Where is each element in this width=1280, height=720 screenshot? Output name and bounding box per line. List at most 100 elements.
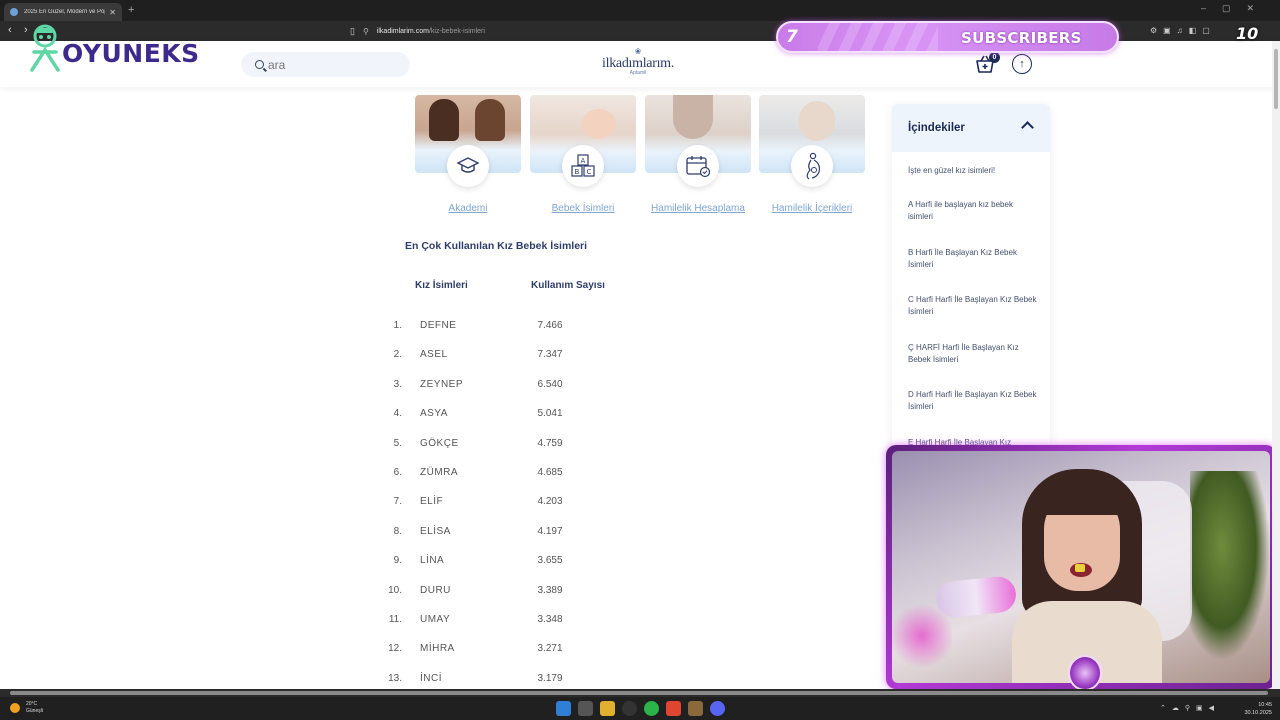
category-label[interactable]: Hamilelik İçerikleri	[759, 203, 865, 214]
row-name: ASYA	[420, 408, 448, 420]
table-row: 4. ASYA 5.041	[380, 408, 620, 424]
subscriber-goal-banner: 7 SUBSCRIBERS	[776, 21, 1119, 53]
url-text: ilkadimlarim.com/kiz-bebek-isimleri	[376, 27, 485, 35]
sun-icon	[10, 703, 20, 713]
extension-icons[interactable]: ⚙▣♫◧▢	[1150, 26, 1216, 35]
table-row: 1. DEFNE 7.466	[380, 320, 620, 336]
folder-icon[interactable]	[600, 701, 615, 716]
svg-text:B: B	[575, 168, 580, 176]
category-card-akademi[interactable]: Akademi	[415, 95, 521, 214]
category-card-hamilelik-hesaplama[interactable]: Hamilelik Hesaplama	[645, 95, 751, 214]
clock[interactable]: 10:45 30.10.2025	[1240, 701, 1272, 717]
taskbar: 20°C Güneşli ⌃☁⚲▣◀ 10:45 30.10.2025	[0, 697, 1280, 720]
row-index: 10.	[388, 584, 402, 596]
vertical-scrollbar[interactable]	[1272, 41, 1280, 689]
microphone-icon	[934, 574, 1018, 620]
row-count: 4.197	[537, 525, 563, 537]
toc-item[interactable]: B Harfi İle Başlayan Kız Bebek İsimleri	[908, 247, 1038, 271]
row-index: 12.	[388, 643, 402, 655]
toc-title: İçindekiler	[908, 122, 965, 134]
app-icon[interactable]	[622, 701, 637, 716]
row-index: 1.	[393, 320, 402, 331]
stream-badge-icon	[1068, 655, 1102, 691]
spotify-icon[interactable]	[644, 701, 659, 716]
category-card-hamilelik-icerikleri[interactable]: Hamilelik İçerikleri	[759, 95, 865, 214]
start-icon[interactable]	[556, 701, 571, 716]
browser-tab[interactable]: 2025 En Güzel, Modern ve Popüler ✕	[4, 3, 122, 21]
logo-mark-icon: ❀	[634, 47, 642, 56]
table-row: 10. DURU 3.389	[380, 585, 620, 601]
scroll-top-button[interactable]: ↑	[1012, 54, 1032, 74]
task-view-icon[interactable]	[578, 701, 593, 716]
url-field[interactable]: ▯ ⚲ ilkadimlarim.com/kiz-bebek-isimleri	[350, 24, 485, 38]
category-label[interactable]: Hamilelik Hesaplama	[645, 203, 751, 214]
row-count: 3.655	[537, 555, 563, 567]
oyuneks-logo: OYUNEKS	[28, 22, 199, 72]
chevron-up-icon[interactable]	[1021, 121, 1034, 134]
clock-time: 10:45	[1258, 702, 1272, 708]
webcam-feed	[892, 451, 1270, 683]
toc-header[interactable]: İçindekiler	[892, 104, 1050, 152]
row-index: 3.	[393, 378, 402, 390]
row-name: LİNA	[420, 555, 445, 567]
system-tray[interactable]: ⌃☁⚲▣◀	[1160, 704, 1220, 712]
row-index: 2.	[393, 349, 402, 361]
banner-stripes	[818, 23, 938, 51]
category-label[interactable]: Akademi	[415, 203, 521, 214]
toc-item[interactable]: İşte en güzel kız isimleri!	[908, 165, 1038, 177]
category-label[interactable]: Bebek İsimleri	[530, 203, 636, 214]
row-name: UMAY	[420, 614, 451, 625]
site-logo[interactable]: ❀ ilkadımlarım. Aptamil	[598, 47, 678, 81]
toc-item[interactable]: A Harfi ile başlayan kız bebek isimleri	[908, 199, 1038, 223]
search-input[interactable]	[268, 57, 388, 72]
row-index: 11.	[388, 614, 402, 625]
row-index: 8.	[393, 525, 402, 537]
row-name: İNCİ	[420, 672, 442, 684]
weather-widget[interactable]: 20°C Güneşli	[10, 701, 43, 715]
app-icon[interactable]	[688, 701, 703, 716]
row-name: GÖKÇE	[420, 437, 459, 449]
robot-mascot-icon	[30, 24, 60, 72]
row-index: 7.	[393, 496, 402, 508]
row-name: MİHRA	[420, 643, 455, 655]
row-name: ZÜMRA	[420, 467, 459, 478]
category-cards: Akademi ABC Bebek İsimleri Hamilelik Hes…	[415, 95, 865, 220]
row-index: 9.	[393, 555, 402, 567]
cart-count-badge: 0	[989, 52, 1000, 63]
table-row: 5. GÖKÇE 4.759	[380, 438, 620, 454]
search-icon	[255, 60, 264, 69]
row-count: 4.685	[537, 467, 563, 478]
row-count: 3.179	[537, 672, 563, 684]
category-card-bebek-isimleri[interactable]: ABC Bebek İsimleri	[530, 95, 636, 214]
table-of-contents: İçindekiler İşte en güzel kız isimleri! …	[892, 104, 1050, 449]
row-index: 5.	[393, 437, 402, 449]
weather-text: Güneşli	[26, 708, 43, 714]
toc-item[interactable]: C Harfi Harfi İle Başlayan Kız Bebek İsi…	[908, 294, 1038, 318]
taskbar-apps	[556, 701, 725, 716]
window-controls[interactable]: –▢✕	[1201, 3, 1270, 14]
cart-button[interactable]: 0	[975, 52, 1000, 74]
search-box[interactable]	[241, 52, 410, 77]
toc-item[interactable]: D Harfi Harfi İle Başlayan Kız Bebek İsi…	[908, 389, 1038, 413]
row-name: ZEYNEP	[420, 378, 464, 390]
tab-close-icon[interactable]: ✕	[109, 8, 116, 17]
browser-tab-bar: 2025 En Güzel, Modern ve Popüler ✕ + –▢✕	[0, 0, 1280, 21]
table-row: 8. ELİSA 4.197	[380, 526, 620, 542]
toc-item[interactable]: Ç HARFİ Harfi İle Başlayan Kız Bebek İsi…	[908, 342, 1038, 366]
discord-icon[interactable]	[710, 701, 725, 716]
horizontal-scrollbar[interactable]	[0, 689, 1280, 697]
new-tab-icon[interactable]: +	[128, 4, 134, 16]
subscriber-label: SUBSCRIBERS	[961, 29, 1082, 47]
row-count: 4.203	[537, 496, 563, 508]
brave-icon[interactable]	[666, 701, 681, 716]
bookmark-icon[interactable]: ▯	[350, 26, 355, 37]
table-row: 9. LİNA 3.655	[380, 555, 620, 571]
row-count: 7.347	[537, 349, 563, 361]
row-index: 4.	[393, 408, 402, 420]
arrow-up-icon: ↑	[1019, 58, 1025, 70]
site-info-icon[interactable]: ⚲	[363, 27, 369, 36]
row-count: 3.389	[537, 584, 563, 596]
table-row: 2. ASEL 7.347	[380, 349, 620, 365]
table-row: 3. ZEYNEP 6.540	[380, 379, 620, 395]
back-icon[interactable]: ‹	[8, 24, 12, 36]
